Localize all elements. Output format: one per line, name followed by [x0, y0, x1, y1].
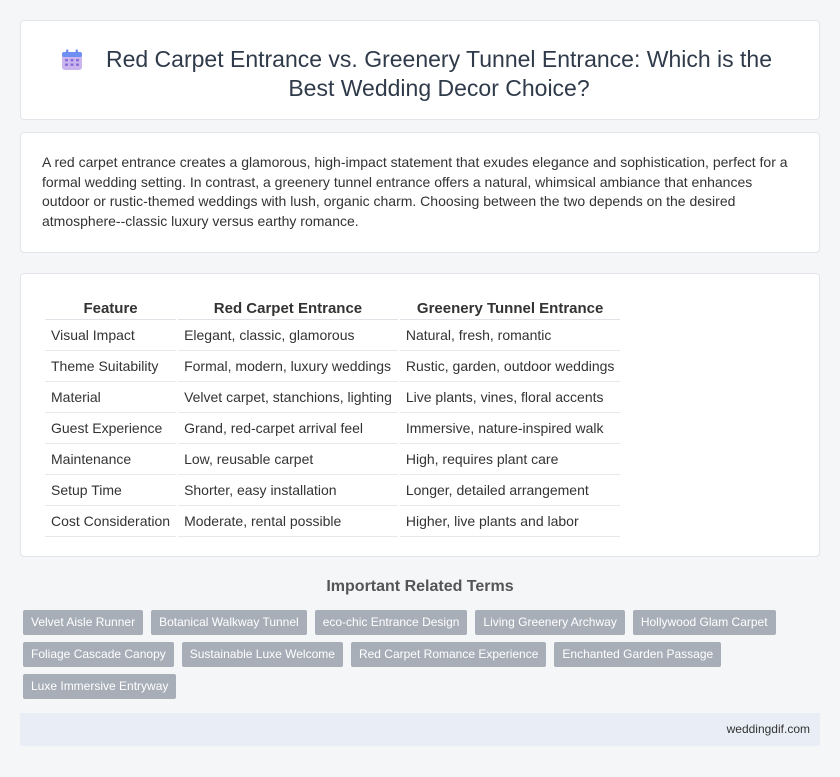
table-cell: High, requires plant care — [399, 444, 621, 475]
table-cell: Setup Time — [45, 475, 177, 506]
related-terms-title: Important Related Terms — [326, 578, 514, 595]
header-feature: Feature — [45, 294, 177, 320]
related-term-tag[interactable]: Velvet Aisle Runner — [23, 610, 144, 635]
table-cell: Rustic, garden, outdoor weddings — [399, 351, 621, 382]
calendar-icon — [62, 49, 82, 70]
related-terms-list: Velvet Aisle Runner Botanical Walkway Tu… — [23, 610, 813, 706]
related-term-tag[interactable]: Hollywood Glam Carpet — [632, 610, 776, 635]
table-row: Setup Time Shorter, easy installation Lo… — [45, 475, 621, 506]
related-term-tag[interactable]: eco-chic Entrance Design — [314, 610, 468, 635]
table-row: Maintenance Low, reusable carpet High, r… — [45, 444, 621, 475]
table-cell: Elegant, classic, glamorous — [178, 320, 398, 351]
related-term-tag[interactable]: Luxe Immersive Entryway — [23, 674, 177, 699]
table-row: Guest Experience Grand, red-carpet arriv… — [45, 413, 621, 444]
table-cell: Formal, modern, luxury weddings — [178, 351, 398, 382]
table-cell: Higher, live plants and labor — [399, 506, 621, 537]
table-cell: Visual Impact — [45, 320, 177, 351]
table-cell: Maintenance — [45, 444, 177, 475]
table-cell: Immersive, nature-inspired walk — [399, 413, 621, 444]
table-cell: Velvet carpet, stanchions, lighting — [178, 382, 398, 413]
table-cell: Moderate, rental possible — [178, 506, 398, 537]
related-term-tag[interactable]: Enchanted Garden Passage — [554, 642, 722, 667]
title-wrap: Red Carpet Entrance vs. Greenery Tunnel … — [21, 21, 819, 103]
table-cell: Grand, red-carpet arrival feel — [178, 413, 398, 444]
table-row: Visual Impact Elegant, classic, glamorou… — [45, 320, 621, 351]
table-cell: Longer, detailed arrangement — [399, 475, 621, 506]
table-cell: Material — [45, 382, 177, 413]
table-row: Cost Consideration Moderate, rental poss… — [45, 506, 621, 537]
table-cell: Low, reusable carpet — [178, 444, 398, 475]
related-term-tag[interactable]: Red Carpet Romance Experience — [350, 642, 547, 667]
related-term-tag[interactable]: Foliage Cascade Canopy — [23, 642, 174, 667]
table-cell: Guest Experience — [45, 413, 177, 444]
related-term-tag[interactable]: Sustainable Luxe Welcome — [181, 642, 343, 667]
related-term-tag[interactable]: Botanical Walkway Tunnel — [151, 610, 307, 635]
intro-card: A red carpet entrance creates a glamorou… — [20, 132, 820, 253]
intro-paragraph: A red carpet entrance creates a glamorou… — [42, 154, 788, 229]
table-row: Theme Suitability Formal, modern, luxury… — [45, 351, 621, 382]
table-header-row: Feature Red Carpet Entrance Greenery Tun… — [45, 294, 621, 320]
table-row: Material Velvet carpet, stanchions, ligh… — [45, 382, 621, 413]
header-red-carpet: Red Carpet Entrance — [178, 294, 398, 320]
footer: weddingdif.com — [20, 713, 820, 746]
footer-site-link[interactable]: weddingdif.com — [727, 722, 810, 736]
title-card: Red Carpet Entrance vs. Greenery Tunnel … — [20, 20, 820, 120]
comparison-card: Feature Red Carpet Entrance Greenery Tun… — [20, 273, 820, 557]
table-cell: Live plants, vines, floral accents — [399, 382, 621, 413]
table-cell: Shorter, easy installation — [178, 475, 398, 506]
page-title: Red Carpet Entrance vs. Greenery Tunnel … — [105, 46, 773, 101]
table-cell: Natural, fresh, romantic — [399, 320, 621, 351]
comparison-table: Feature Red Carpet Entrance Greenery Tun… — [43, 294, 622, 537]
related-term-tag[interactable]: Living Greenery Archway — [475, 610, 625, 635]
header-greenery-tunnel: Greenery Tunnel Entrance — [399, 294, 621, 320]
table-cell: Cost Consideration — [45, 506, 177, 537]
table-cell: Theme Suitability — [45, 351, 177, 382]
